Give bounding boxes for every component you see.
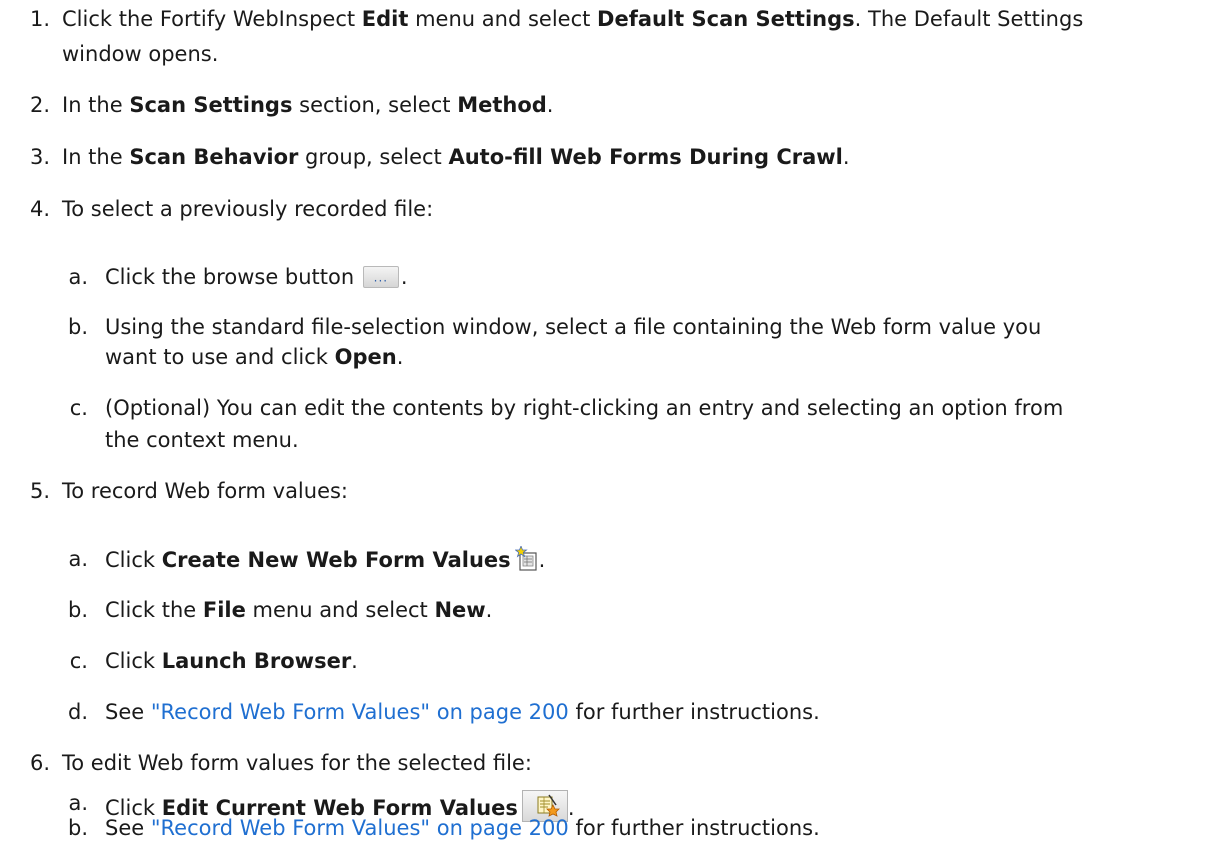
create-new-web-form-values-icon bbox=[514, 544, 539, 572]
substep-text: Click Launch Browser. bbox=[105, 649, 358, 673]
substep-letter: b. bbox=[67, 315, 88, 339]
step-number: 3. bbox=[29, 145, 50, 169]
step-number: 2. bbox=[29, 93, 50, 117]
substep-letter: a. bbox=[68, 265, 88, 289]
step-number: 1. bbox=[29, 7, 50, 31]
step-text: In the Scan Settings section, select Met… bbox=[62, 93, 554, 117]
record-web-form-values-link[interactable]: "Record Web Form Values" on page 200 bbox=[151, 816, 569, 840]
substep-text: See "Record Web Form Values" on page 200… bbox=[105, 816, 820, 840]
substep-text: Click Create New Web Form Values. bbox=[105, 544, 546, 572]
substep-letter: b. bbox=[67, 816, 88, 840]
substep-text: See "Record Web Form Values" on page 200… bbox=[105, 700, 820, 724]
browse-ellipsis-icon: ··· bbox=[362, 266, 399, 288]
substep-letter: d. bbox=[67, 700, 88, 724]
step-number: 6. bbox=[29, 751, 50, 775]
substep-letter: c. bbox=[69, 396, 88, 420]
substep-letter: b. bbox=[67, 598, 88, 622]
substep-text: Using the standard file-selection window… bbox=[105, 315, 1042, 339]
record-web-form-values-link[interactable]: "Record Web Form Values" on page 200 bbox=[151, 700, 569, 724]
substep-letter: a. bbox=[68, 791, 88, 815]
step-text: In the Scan Behavior group, select Auto-… bbox=[62, 145, 850, 169]
substep-letter: a. bbox=[68, 547, 88, 571]
step-text: To record Web form values: bbox=[62, 479, 349, 503]
step-number: 5. bbox=[29, 479, 50, 503]
substep-letter: c. bbox=[69, 649, 88, 673]
substep-text: (Optional) You can edit the contents by … bbox=[105, 396, 1064, 420]
step-text: To edit Web form values for the selected… bbox=[62, 751, 532, 775]
step-number: 4. bbox=[29, 197, 50, 221]
substep-text: Click the browse button ···. bbox=[105, 265, 408, 289]
step-text: Click the Fortify WebInspect Edit menu a… bbox=[62, 7, 1084, 31]
substep-text: Click the File menu and select New. bbox=[105, 598, 493, 622]
step-text: To select a previously recorded file: bbox=[62, 197, 434, 221]
